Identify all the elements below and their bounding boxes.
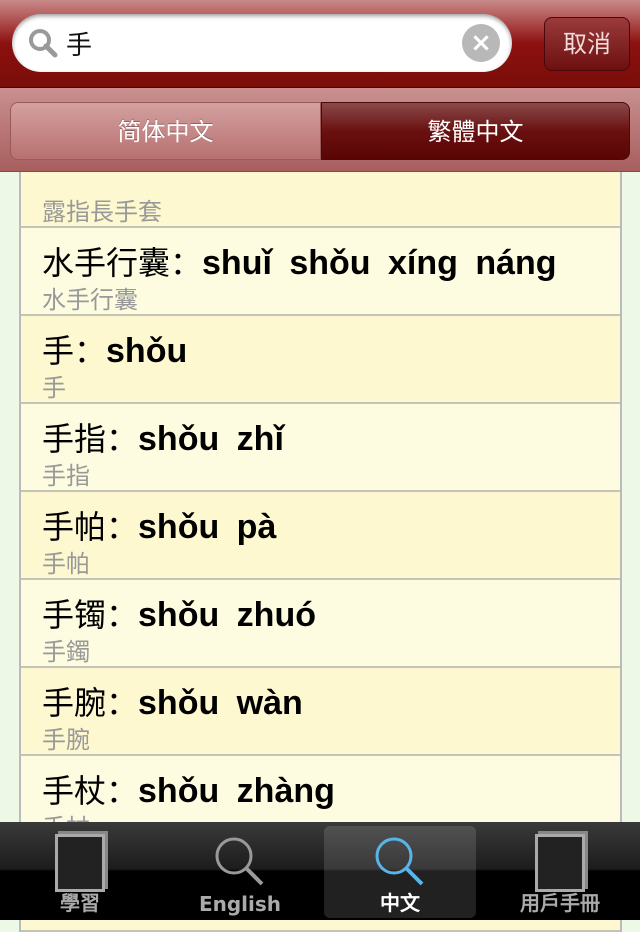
result-pinyin: shǒu <box>106 332 188 370</box>
result-row[interactable]: 手腕：shǒu wàn 手腕 <box>21 668 620 756</box>
result-main: 水手行囊：shuǐ shǒu xíng náng <box>42 238 557 284</box>
result-main: 手镯：shǒu zhuó <box>42 590 316 636</box>
result-pinyin: shǒu zhǐ <box>138 420 284 458</box>
tab-label: 中文 <box>380 891 420 915</box>
result-main: 手杖：shǒu zhàng <box>42 766 335 812</box>
cancel-button[interactable]: 取消 <box>544 17 630 71</box>
result-row[interactable]: 手：shǒu 手 <box>21 316 620 404</box>
search-header: 手 × 取消 <box>0 0 640 88</box>
tab-label: 學習 <box>60 891 100 915</box>
result-pinyin: shǒu wàn <box>138 684 303 722</box>
result-pinyin: shǒu pà <box>138 508 277 546</box>
search-icon <box>375 837 424 886</box>
tab-english[interactable]: English <box>164 826 316 918</box>
tab-user-manual[interactable]: 用戶手冊 <box>484 826 636 918</box>
tab-label: 用戶手冊 <box>520 891 600 915</box>
result-main: 手腕：shǒu wàn <box>42 678 303 724</box>
result-row[interactable]: 手帕：shǒu pà 手帕 <box>21 492 620 580</box>
result-traditional: 露指長手套 <box>42 198 162 226</box>
segment-simplified[interactable]: 简体中文 <box>10 102 321 160</box>
result-row[interactable]: 水手行囊：shuǐ shǒu xíng náng 水手行囊 <box>21 228 620 316</box>
search-input[interactable]: 手 × <box>12 14 512 72</box>
tab-study[interactable]: 學習 <box>4 826 156 918</box>
result-row[interactable]: 手指：shǒu zhǐ 手指 <box>21 404 620 492</box>
result-hanzi: 手杖： <box>42 772 139 810</box>
documents-icon <box>535 834 585 892</box>
result-hanzi: 手腕： <box>42 684 139 722</box>
script-segmented-control: 简体中文 繁體中文 <box>0 88 640 172</box>
tab-label: English <box>198 892 282 916</box>
result-hanzi: 手镯： <box>42 596 139 634</box>
result-hanzi: 手： <box>42 332 107 370</box>
search-icon <box>215 837 264 886</box>
tab-bar: 學習 English 中文 用戶手冊 <box>0 822 640 920</box>
result-traditional: 手腕 <box>42 726 90 754</box>
search-value[interactable]: 手 <box>66 25 92 62</box>
result-pinyin: shǒu zhàng <box>138 772 335 810</box>
result-traditional: 手 <box>42 374 66 402</box>
result-traditional: 手帕 <box>42 550 90 578</box>
result-main: 手：shǒu <box>42 326 187 372</box>
results-list[interactable]: 露指長手套 水手行囊：shuǐ shǒu xíng náng 水手行囊 手：shǒ… <box>19 140 622 932</box>
result-pinyin: shǒu zhuó <box>138 596 316 634</box>
clear-icon[interactable]: × <box>462 24 500 62</box>
result-main: 手帕：shǒu pà <box>42 502 276 548</box>
result-traditional: 水手行囊 <box>42 286 138 314</box>
result-hanzi: 手指： <box>42 420 139 458</box>
result-main: 手指：shǒu zhǐ <box>42 414 284 460</box>
result-hanzi: 手帕： <box>42 508 139 546</box>
result-pinyin: shuǐ shǒu xíng náng <box>202 244 557 282</box>
document-icon <box>55 834 105 892</box>
tab-chinese[interactable]: 中文 <box>324 826 476 918</box>
result-hanzi: 水手行囊： <box>42 244 203 282</box>
result-row[interactable]: 手镯：shǒu zhuó 手鐲 <box>21 580 620 668</box>
result-traditional: 手指 <box>42 462 90 490</box>
search-icon <box>29 29 58 58</box>
result-traditional: 手鐲 <box>42 638 90 666</box>
segment-traditional[interactable]: 繁體中文 <box>321 102 630 160</box>
